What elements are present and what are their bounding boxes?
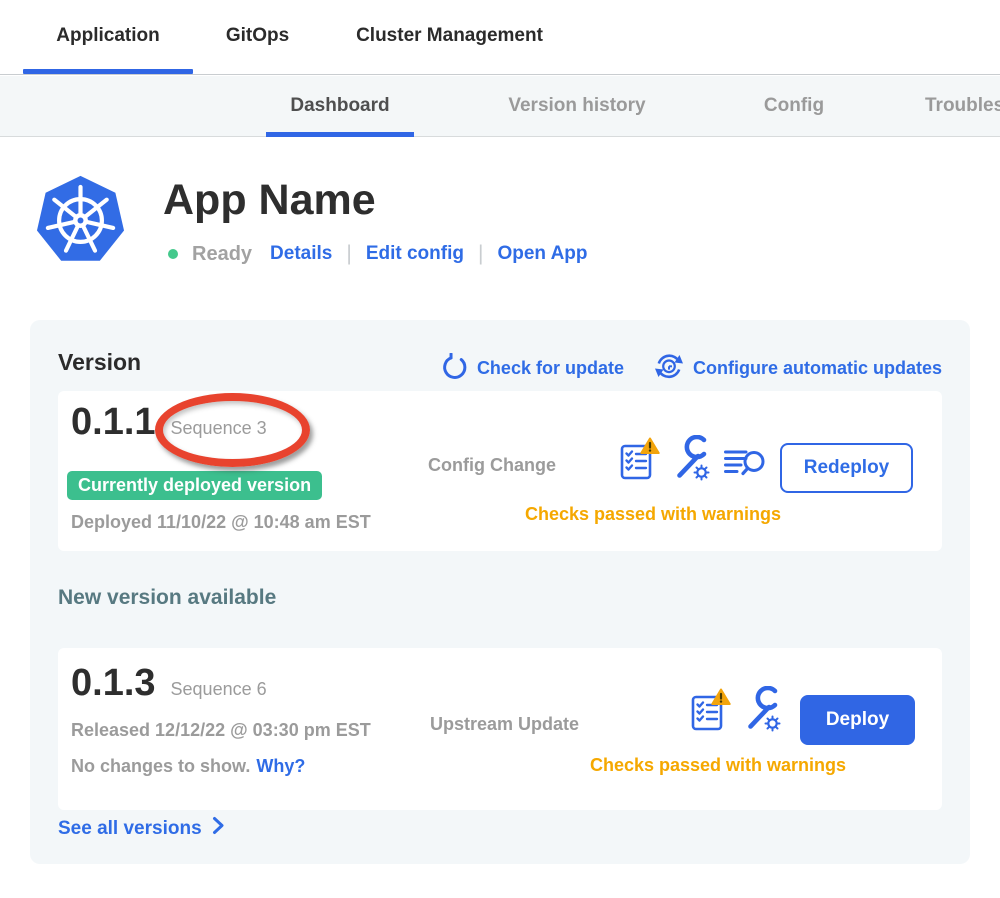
diff-view-magnifier-icon[interactable] [724, 445, 766, 481]
tab-application[interactable]: Application [23, 25, 193, 47]
tab-cluster-management[interactable]: Cluster Management [332, 25, 567, 47]
config-wrench-gear-icon[interactable] [744, 686, 782, 732]
available-version-row: 0.1.3 Sequence 6 Released 12/12/22 @ 03:… [58, 648, 942, 810]
no-changes-text: No changes to show. Why? [71, 756, 305, 777]
tab-config[interactable]: Config [734, 95, 854, 117]
tab-dashboard[interactable]: Dashboard [266, 95, 414, 117]
deploy-button[interactable]: Deploy [800, 695, 915, 745]
page-title: App Name [163, 176, 376, 225]
why-link[interactable]: Why? [256, 756, 305, 776]
version-card-actions: Check for update Configure automatic upd… [441, 351, 942, 386]
version-card-title: Version [58, 349, 141, 376]
tab-troubleshoot[interactable]: Troubleshoot [925, 95, 1000, 117]
edit-config-link[interactable]: Edit config [366, 243, 464, 265]
see-all-versions-label: See all versions [58, 818, 202, 840]
version-card: Version Check for update [30, 320, 970, 864]
open-app-link[interactable]: Open App [497, 243, 587, 265]
configure-automatic-updates-label: Configure automatic updates [693, 358, 942, 379]
redeploy-button[interactable]: Redeploy [780, 443, 913, 493]
current-version-line: 0.1.1 Sequence 3 [71, 401, 267, 444]
preflight-checklist-warning-icon[interactable] [690, 688, 731, 732]
primary-nav: Application GitOps Cluster Management [0, 0, 1000, 75]
available-version-check-icons [690, 686, 782, 732]
no-changes-label: No changes to show. [71, 756, 250, 776]
divider: | [346, 242, 351, 266]
available-version-sequence: Sequence 6 [171, 679, 267, 700]
chevron-right-icon [212, 816, 225, 841]
auto-update-clock-icon [654, 351, 684, 386]
active-tab-underline [23, 69, 193, 74]
check-for-update-link[interactable]: Check for update [441, 353, 624, 385]
available-checks-status: Checks passed with warnings [558, 755, 878, 776]
tab-version-history[interactable]: Version history [482, 95, 672, 117]
divider: | [478, 242, 483, 266]
available-version-source: Upstream Update [430, 714, 579, 735]
kubernetes-logo-icon [34, 172, 127, 274]
app-status-row: Ready Details | Edit config | Open App [168, 242, 588, 266]
current-version-source: Config Change [428, 455, 556, 476]
released-timestamp: Released 12/12/22 @ 03:30 pm EST [71, 720, 371, 741]
preflight-checklist-warning-icon[interactable] [619, 437, 660, 481]
deployed-timestamp: Deployed 11/10/22 @ 10:48 am EST [71, 512, 371, 533]
available-version-line: 0.1.3 Sequence 6 [71, 662, 267, 705]
currently-deployed-badge: Currently deployed version [67, 471, 322, 500]
check-for-update-label: Check for update [477, 358, 624, 379]
tab-gitops[interactable]: GitOps [205, 25, 310, 47]
configure-automatic-updates-link[interactable]: Configure automatic updates [654, 351, 942, 386]
current-version-sequence: Sequence 3 [171, 418, 267, 439]
new-version-heading: New version available [58, 586, 276, 610]
current-version-check-icons [619, 435, 766, 481]
current-version-row: 0.1.1 Sequence 3 Currently deployed vers… [58, 391, 942, 551]
active-subtab-underline [266, 132, 414, 137]
secondary-nav: Dashboard Version history Config Trouble… [0, 76, 1000, 137]
current-checks-status: Checks passed with warnings [458, 504, 848, 525]
refresh-icon [441, 353, 468, 385]
status-label: Ready [192, 243, 252, 266]
see-all-versions-link[interactable]: See all versions [58, 816, 225, 841]
details-link[interactable]: Details [270, 243, 332, 265]
available-version-number: 0.1.3 [71, 662, 156, 705]
current-version-number: 0.1.1 [71, 401, 156, 444]
config-wrench-gear-icon[interactable] [673, 435, 711, 481]
ready-status-dot-icon [168, 249, 178, 259]
